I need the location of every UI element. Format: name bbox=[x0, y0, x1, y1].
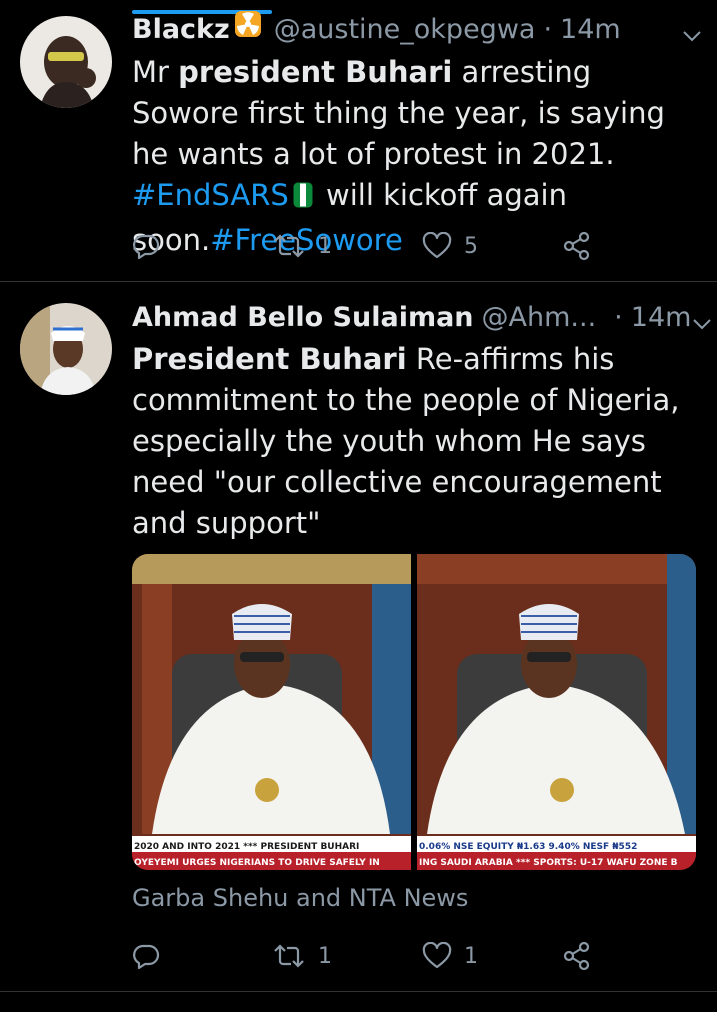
reply-button[interactable] bbox=[132, 936, 160, 976]
like-count: 5 bbox=[464, 233, 478, 259]
radioactive-emoji-icon bbox=[234, 10, 262, 50]
reply-icon bbox=[132, 232, 160, 260]
share-icon bbox=[562, 231, 592, 261]
chevron-down-icon[interactable] bbox=[691, 307, 713, 330]
avatar[interactable] bbox=[20, 303, 112, 395]
like-count: 1 bbox=[464, 943, 478, 969]
like-icon bbox=[422, 232, 452, 260]
media-image[interactable]: 0.06% NSE EQUITY ₦1.63 9.40% NESF ₦552 I… bbox=[417, 554, 696, 870]
media-caption-bottom: ING SAUDI ARABIA *** SPORTS: U-17 WAFU Z… bbox=[419, 858, 678, 868]
retweet-icon bbox=[272, 232, 306, 260]
separator-dot: · bbox=[614, 302, 623, 333]
media-caption-bottom: OYEYEMI URGES NIGERIANS TO DRIVE SAFELY … bbox=[134, 858, 380, 868]
media-caption-top: 0.06% NSE EQUITY ₦1.63 9.40% NESF ₦552 bbox=[419, 842, 637, 852]
retweet-count: 1 bbox=[318, 233, 332, 259]
like-button[interactable]: 1 bbox=[422, 936, 478, 976]
share-icon bbox=[562, 941, 592, 971]
tweet-text: President Buhari Re-affirms his commitme… bbox=[132, 339, 693, 544]
retweet-button[interactable]: 1 bbox=[272, 936, 332, 976]
retweet-count: 1 bbox=[318, 943, 332, 969]
share-button[interactable] bbox=[562, 936, 592, 976]
user-handle[interactable]: @Ahm... bbox=[482, 298, 597, 338]
reply-button[interactable] bbox=[132, 226, 160, 266]
reply-icon bbox=[132, 942, 160, 970]
hashtag-link[interactable]: #EndSARS bbox=[132, 178, 289, 212]
tweet-card[interactable]: Ahmad Bello Sulaiman @Ahm... · 14m Presi… bbox=[0, 282, 717, 992]
nigeria-flag-emoji-icon bbox=[293, 179, 313, 220]
media-caption-top: 2020 AND INTO 2021 *** PRESIDENT BUHARI bbox=[134, 842, 359, 852]
like-button[interactable]: 5 bbox=[422, 226, 478, 266]
tweet-header: Blackz @austine_okpegwa · 14m bbox=[132, 10, 703, 50]
separator-dot: · bbox=[543, 14, 553, 45]
retweet-icon bbox=[272, 942, 306, 970]
avatar[interactable] bbox=[20, 16, 112, 108]
text-bold: president Buhari bbox=[178, 55, 453, 89]
media-attribution[interactable]: Garba Shehu and NTA News bbox=[132, 884, 468, 912]
timeline-feed: Blackz @austine_okpegwa · 14m Mr preside… bbox=[0, 0, 717, 1012]
chevron-down-icon[interactable] bbox=[681, 19, 703, 42]
text-prefix: Mr bbox=[132, 55, 179, 89]
user-handle[interactable]: @austine_okpegwa bbox=[274, 10, 536, 50]
share-button[interactable] bbox=[562, 226, 592, 266]
text-bold: President Buhari bbox=[132, 342, 407, 376]
media-image[interactable]: 2020 AND INTO 2021 *** PRESIDENT BUHARI … bbox=[132, 554, 411, 870]
tweet-actions: 1 5 bbox=[132, 226, 612, 266]
display-name[interactable]: Blackz bbox=[132, 10, 230, 50]
tweet-card[interactable]: Blackz @austine_okpegwa · 14m Mr preside… bbox=[0, 0, 717, 282]
timestamp[interactable]: 14m bbox=[631, 298, 692, 338]
like-icon bbox=[422, 942, 452, 970]
display-name[interactable]: Ahmad Bello Sulaiman bbox=[132, 298, 474, 338]
timestamp[interactable]: 14m bbox=[560, 10, 621, 50]
tweet-header: Ahmad Bello Sulaiman @Ahm... · 14m bbox=[132, 298, 712, 338]
retweet-button[interactable]: 1 bbox=[272, 226, 332, 266]
media-grid[interactable]: 2020 AND INTO 2021 *** PRESIDENT BUHARI … bbox=[132, 554, 696, 870]
tweet-actions: 1 1 bbox=[132, 936, 612, 976]
